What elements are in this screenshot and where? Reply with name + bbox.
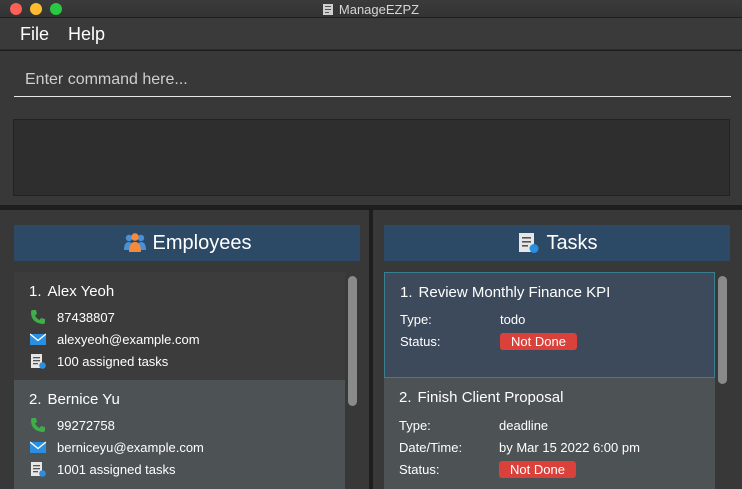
employee-email: alexyeoh@example.com [57,331,200,347]
employee-phone-row: 99272758 [30,417,115,433]
task-datetime-label: Date/Time: [399,440,463,455]
email-icon [30,441,46,453]
task-panel-header: Tasks [384,225,730,261]
task-card[interactable]: 2. Finish Client Proposal Type: deadline … [384,378,715,489]
menu-help[interactable]: Help [68,24,105,45]
main-split-pane: Employees 1. Alex Yeoh 87438807 alexyeoh… [0,205,742,489]
employee-email: berniceyu@example.com [57,439,204,455]
employee-email-row: berniceyu@example.com [30,439,204,455]
employee-list-scroll-thumb[interactable] [348,276,357,406]
task-title-row: 1. Review Monthly Finance KPI [400,284,610,301]
task-card[interactable]: 1. Review Monthly Finance KPI Type: todo … [384,272,715,378]
task-title: Finish Client Proposal [417,389,564,406]
people-icon [123,233,146,252]
employee-task-count: 100 assigned tasks [57,353,169,369]
menu-file[interactable]: File [20,24,49,45]
task-title: Review Monthly Finance KPI [418,284,611,301]
employee-list-scrollbar[interactable] [348,274,357,488]
task-type-value: todo [500,312,526,327]
employee-panel-header: Employees [14,225,360,261]
employee-name-row: 1. Alex Yeoh [29,283,114,300]
task-list-icon [31,462,46,477]
status-badge: Not Done [499,461,576,478]
employee-phone: 99272758 [57,417,115,433]
employee-tasks-row: 100 assigned tasks [30,353,168,369]
menu-bar: File Help [0,18,742,50]
phone-icon [31,310,45,324]
window-title-area: ManageEZPZ [0,2,742,17]
task-type-value: deadline [499,418,549,433]
task-list[interactable]: 1. Review Monthly Finance KPI Type: todo … [384,272,715,489]
task-panel: Tasks 1. Review Monthly Finance KPI Type:… [373,210,742,489]
task-list-scrollbar[interactable] [718,272,727,489]
employee-card[interactable]: 1. Alex Yeoh 87438807 alexyeoh@example.co… [14,272,345,380]
employee-list[interactable]: 1. Alex Yeoh 87438807 alexyeoh@example.co… [14,272,345,489]
email-icon [30,333,46,345]
employee-name-row: 2. Bernice Yu [29,391,120,408]
task-panel-title: Tasks [546,231,598,254]
employee-tasks-row: 1001 assigned tasks [30,461,176,477]
employee-task-count: 1001 assigned tasks [57,461,176,477]
employee-panel-title: Employees [152,231,252,254]
task-type-label: Type: [400,312,432,327]
task-title-row: 2. Finish Client Proposal [399,389,563,406]
employee-panel: Employees 1. Alex Yeoh 87438807 alexyeoh… [0,210,369,489]
employee-index: 2. [29,391,42,408]
employee-email-row: alexyeoh@example.com [30,331,200,347]
task-status-label: Status: [399,462,440,477]
employee-phone: 87438807 [57,309,115,325]
window-title: ManageEZPZ [338,2,420,17]
employee-name: Alex Yeoh [47,283,115,300]
result-display-area [0,109,742,205]
app-icon [322,4,333,15]
employee-name: Bernice Yu [47,391,120,408]
task-index: 2. [399,389,412,406]
employee-card[interactable]: 2. Bernice Yu 99272758 berniceyu@example.… [14,380,345,489]
command-input[interactable] [14,63,731,97]
task-index: 1. [400,284,413,301]
task-type-label: Type: [399,418,431,433]
phone-icon [31,418,45,432]
task-datetime-value: by Mar 15 2022 6:00 pm [499,440,640,455]
task-list-icon [519,233,539,253]
task-list-scroll-thumb[interactable] [718,276,727,384]
command-box [0,51,742,109]
title-bar: ManageEZPZ [0,0,742,18]
task-list-icon [31,354,46,369]
task-status-label: Status: [400,334,441,349]
status-badge: Not Done [500,333,577,350]
employee-phone-row: 87438807 [30,309,115,325]
employee-index: 1. [29,283,42,300]
result-display [13,119,730,196]
